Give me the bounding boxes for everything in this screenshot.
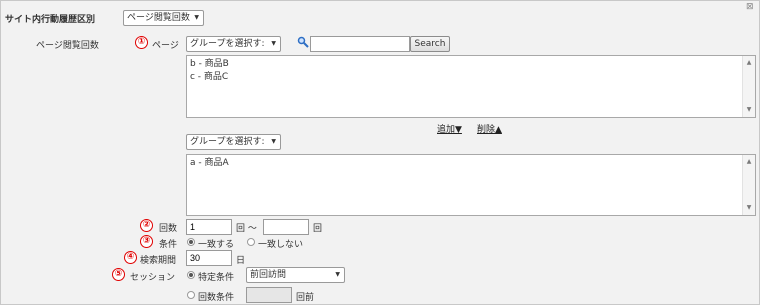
- count-label: 回数: [159, 224, 178, 234]
- radio-no-match-label: 一致しない: [258, 240, 304, 250]
- add-link[interactable]: 追加▼: [437, 122, 462, 135]
- radio-specific[interactable]: [187, 271, 195, 279]
- close-icon[interactable]: ⊠: [746, 2, 754, 12]
- session-label: セッション: [130, 273, 176, 283]
- radio-match[interactable]: [187, 238, 195, 246]
- radio-count-label: 回数条件: [198, 293, 235, 303]
- section-label: サイト内行動履歴区別: [5, 15, 96, 25]
- session-select[interactable]: 前回訪問 ▼: [246, 267, 345, 283]
- step-1-badge: ①: [135, 36, 148, 49]
- remove-link[interactable]: 削除▲: [477, 122, 502, 135]
- search-icon: [297, 36, 309, 48]
- session-select-value: 前回訪問: [250, 270, 287, 280]
- group-select[interactable]: グループを選択す: ▼: [186, 36, 281, 52]
- step-3-badge: ③: [140, 235, 153, 248]
- group-select-value: グループを選択す:: [190, 39, 265, 49]
- history-type-select-value: ページ閲覧回数: [127, 13, 190, 23]
- period-input[interactable]: [186, 250, 232, 266]
- radio-specific-label: 特定条件: [198, 273, 235, 283]
- group-select-2-value: グループを選択す:: [190, 137, 265, 147]
- filter-panel: サイト内行動履歴区別 ページ閲覧回数 ▼ ⊠ ページ閲覧回数 ① ページ グルー…: [0, 0, 760, 305]
- list-item[interactable]: b - 商品B: [190, 58, 741, 71]
- scroll-down-icon[interactable]: ▼: [743, 202, 755, 214]
- period-label: 検索期間: [140, 256, 177, 266]
- count-unit-to: 回: [313, 224, 323, 234]
- radio-match-label: 一致する: [198, 240, 235, 250]
- scroll-up-icon[interactable]: ▲: [743, 57, 755, 69]
- search-input[interactable]: [310, 36, 410, 52]
- session-count-unit: 回前: [296, 293, 315, 303]
- count-unit-from: 回 〜: [236, 224, 257, 234]
- history-type-select[interactable]: ページ閲覧回数 ▼: [123, 10, 204, 26]
- radio-count[interactable]: [187, 291, 195, 299]
- condition-label: 条件: [159, 240, 178, 250]
- period-unit: 日: [236, 256, 246, 266]
- page-label: ページ: [152, 41, 179, 51]
- session-count-input[interactable]: [246, 287, 292, 303]
- list-item[interactable]: c - 商品C: [190, 71, 741, 84]
- dropdown-arrow-icon: ▼: [335, 271, 340, 278]
- count-from-input[interactable]: [186, 219, 232, 235]
- search-button[interactable]: Search: [410, 36, 450, 52]
- list-item[interactable]: a - 商品A: [190, 157, 741, 170]
- scrollbar[interactable]: ▲ ▼: [742, 155, 755, 215]
- scroll-down-icon[interactable]: ▼: [743, 104, 755, 116]
- step-4-badge: ④: [124, 251, 137, 264]
- step-2-badge: ②: [140, 219, 153, 232]
- step-5-badge: ⑤: [112, 268, 125, 281]
- scroll-up-icon[interactable]: ▲: [743, 156, 755, 168]
- dropdown-arrow-icon: ▼: [271, 40, 276, 47]
- group-select-2[interactable]: グループを選択す: ▼: [186, 134, 281, 150]
- scrollbar[interactable]: ▲ ▼: [742, 56, 755, 117]
- page-view-count-label: ページ閲覧回数: [36, 41, 99, 51]
- dropdown-arrow-icon: ▼: [271, 138, 276, 145]
- selected-pages-listbox[interactable]: a - 商品A ▲ ▼: [186, 154, 756, 216]
- dropdown-arrow-icon: ▼: [194, 14, 199, 21]
- count-to-input[interactable]: [263, 219, 309, 235]
- available-pages-listbox[interactable]: b - 商品B c - 商品C ▲ ▼: [186, 55, 756, 118]
- radio-no-match[interactable]: [247, 238, 255, 246]
